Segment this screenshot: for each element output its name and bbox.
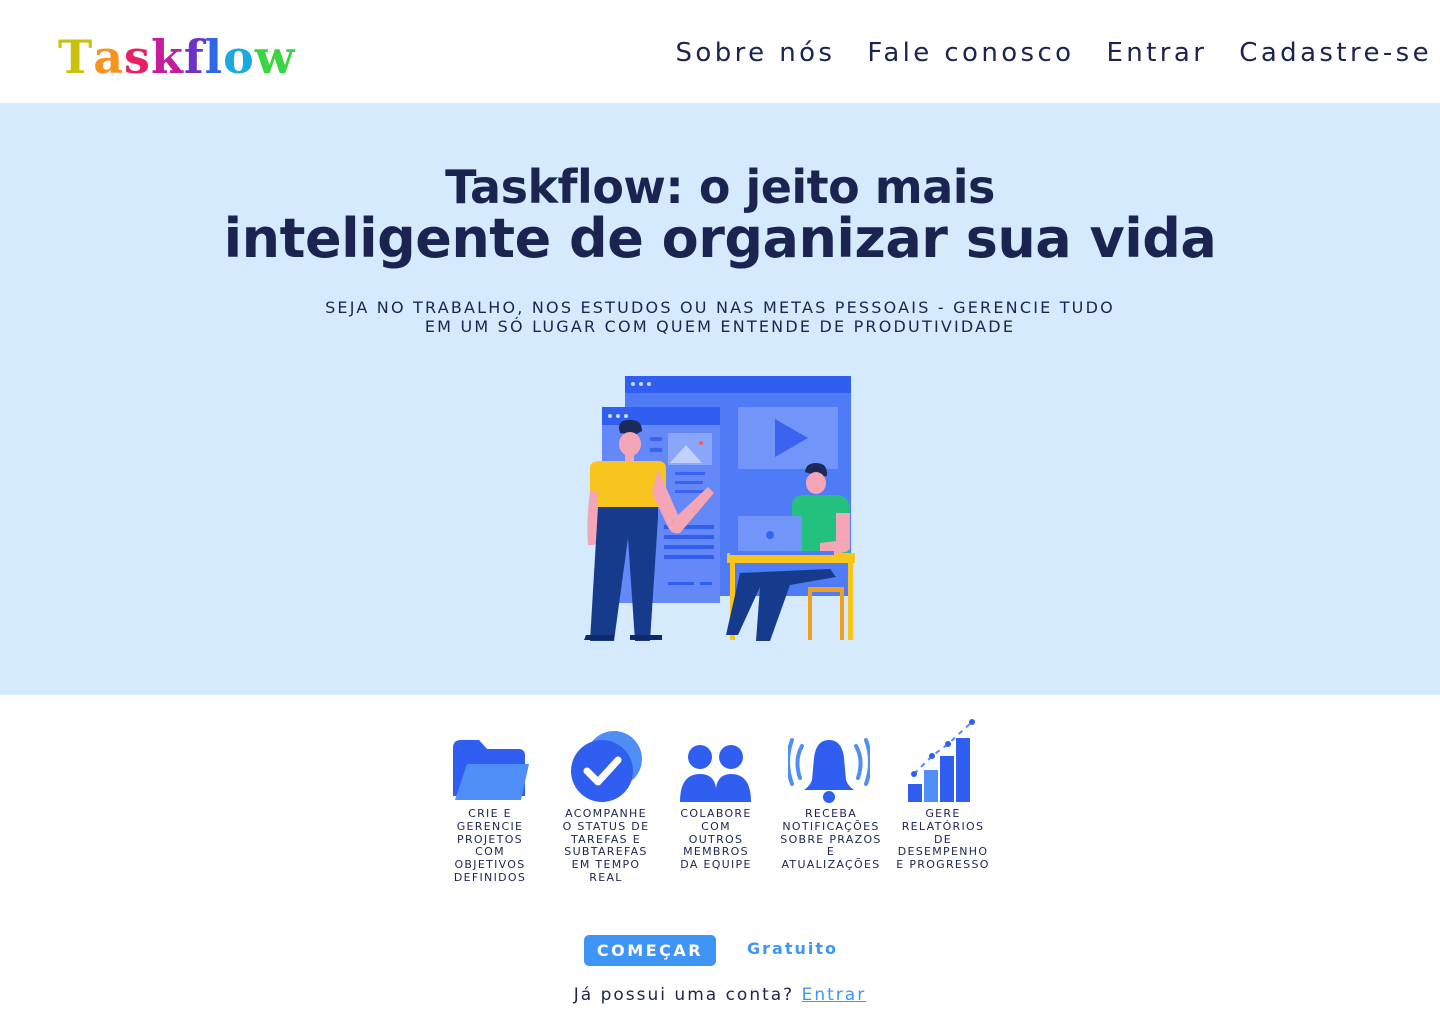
feature-item: Receba notificações sobre prazos e atual… <box>779 712 880 872</box>
logo-letter: k <box>150 30 184 84</box>
logo-letter: T <box>58 30 94 84</box>
hero-subtitle-line2: EM UM SÓ LUGAR COM QUEM ENTENDE DE PRODU… <box>424 317 1016 336</box>
free-label: Gratuito <box>747 939 838 958</box>
feature-text: Gere relatórios de desempenho e progress… <box>896 807 990 872</box>
bell-icon <box>779 712 879 804</box>
nav-contact-link[interactable]: Fale conosco <box>867 36 1074 70</box>
folder-icon <box>440 712 540 804</box>
logo-letter: f <box>183 30 205 84</box>
logo-letter: l <box>204 30 224 84</box>
login-link[interactable]: Entrar <box>802 985 867 1005</box>
logo-letter: s <box>124 30 151 84</box>
hero-title-line1: Taskflow: o jeito mais <box>445 160 995 214</box>
taskflow-logo[interactable]: Taskflow <box>58 30 295 80</box>
feature-item: Gere relatórios de desempenho e progress… <box>893 712 993 872</box>
feature-text: Receba notificações sobre prazos e atual… <box>780 807 882 872</box>
nav-signup-link[interactable]: Cadastre-se <box>1239 36 1432 70</box>
feature-text: Crie e gerencie projetos com objetivos d… <box>453 807 527 884</box>
hero-subtitle-line1: SEJA NO TRABALHO, NOS ESTUDOS OU NAS MET… <box>325 298 1115 317</box>
feature-text: Colabore com outros membros da equipe <box>680 807 752 872</box>
feature-item: Colabore com outros membros da equipe <box>666 712 766 872</box>
logo-letter: a <box>93 30 125 84</box>
logo-letter: w <box>254 30 296 84</box>
users-icon <box>666 712 766 804</box>
bar-chart-icon <box>893 712 993 804</box>
feature-item: Crie e gerencie projetos com objetivos d… <box>440 712 540 885</box>
feature-text: Acompanhe o status de tarefas e subtaref… <box>562 807 650 884</box>
login-prompt-text: Já possui uma conta? <box>573 985 795 1005</box>
main-nav: Sobre nós Fale conosco Entrar Cadastre-s… <box>676 36 1432 70</box>
hero-section: Taskflow: o jeito mais inteligente de or… <box>0 103 1440 695</box>
team-working-illustration <box>584 376 855 641</box>
feature-item: Acompanhe o status de tarefas e subtaref… <box>556 712 656 885</box>
features-list: Crie e gerencie projetos com objetivos d… <box>440 712 1000 892</box>
hero-subtitle: SEJA NO TRABALHO, NOS ESTUDOS OU NAS MET… <box>270 298 1170 336</box>
site-header: Taskflow Sobre nós Fale conosco Entrar C… <box>0 0 1440 103</box>
nav-login-link[interactable]: Entrar <box>1106 36 1207 70</box>
start-button[interactable]: COMEÇAR <box>584 935 716 966</box>
hero-title: Taskflow: o jeito mais inteligente de or… <box>0 160 1440 270</box>
logo-letter: o <box>223 30 255 84</box>
hero-title-line2: inteligente de organizar sua vida <box>223 207 1217 270</box>
check-circle-icon <box>556 712 656 804</box>
nav-about-link[interactable]: Sobre nós <box>676 36 836 70</box>
login-prompt: Já possui uma conta? Entrar <box>440 984 1000 1006</box>
